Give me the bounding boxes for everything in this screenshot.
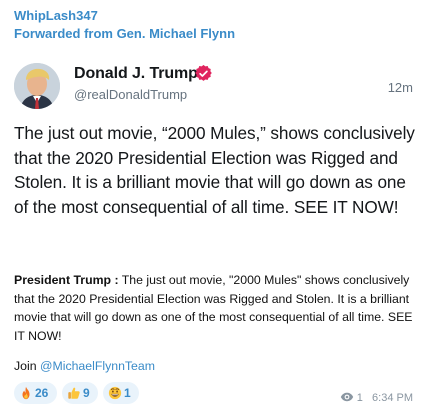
view-count: 1 bbox=[356, 392, 363, 404]
forwarded-from[interactable]: Forwarded from Gen. Michael Flynn bbox=[14, 26, 235, 41]
reaction-grin[interactable]: 1 bbox=[103, 382, 139, 404]
join-line: Join @MichaelFlynnTeam bbox=[14, 359, 155, 373]
tweet-handle: @realDonaldTrump bbox=[74, 87, 188, 102]
tweet-text: The just out movie, “2000 Mules,” shows … bbox=[14, 123, 415, 217]
join-link[interactable]: @MichaelFlynnTeam bbox=[40, 359, 155, 373]
sender-name[interactable]: WhipLash347 bbox=[14, 8, 98, 23]
verified-badge-icon bbox=[195, 65, 212, 81]
tweet-screenshot[interactable]: Donald J. Trump @realDonaldTrump 12m The… bbox=[2, 50, 425, 255]
reaction-count-fire: 26 bbox=[35, 386, 49, 400]
message-text: President Trump : The just out movie, "2… bbox=[14, 271, 414, 345]
tweet-display-name: Donald J. Trump bbox=[74, 65, 198, 82]
join-prefix: Join bbox=[14, 359, 40, 373]
message-bubble: WhipLash347 Forwarded from Gen. Michael … bbox=[0, 0, 427, 412]
message-meta: 1 6:34 PM bbox=[340, 392, 413, 404]
grinning-face-emoji-icon bbox=[108, 386, 122, 400]
fire-emoji-icon bbox=[22, 386, 30, 400]
avatar bbox=[14, 63, 60, 109]
tweet-age: 12m bbox=[387, 80, 413, 95]
reaction-count-grin: 1 bbox=[124, 386, 131, 400]
reaction-fire[interactable]: 26 bbox=[14, 382, 57, 404]
reaction-count-thumbs-up: 9 bbox=[83, 386, 90, 400]
message-lead: President Trump : bbox=[14, 273, 119, 287]
thumbs-up-emoji-icon bbox=[68, 387, 80, 399]
message-time: 6:34 PM bbox=[372, 392, 413, 404]
eye-icon bbox=[340, 392, 353, 402]
reaction-thumbs-up[interactable]: 9 bbox=[62, 382, 98, 404]
